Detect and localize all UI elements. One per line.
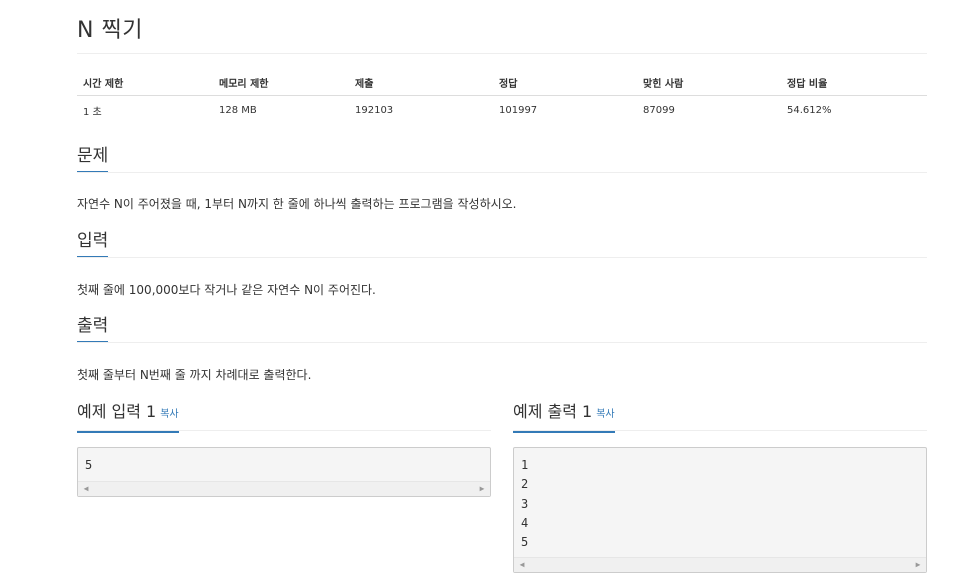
problem-section: 문제 자연수 N이 주어졌을 때, 1부터 N까지 한 줄에 하나씩 출력하는 …: [77, 146, 927, 211]
accepted-value: 101997: [499, 104, 538, 116]
header-accept-ratio: 정답 비율: [781, 70, 927, 96]
memory-limit-value: 128 MB: [219, 104, 257, 116]
section-divider: [77, 430, 491, 431]
accept-ratio-value: 54.612%: [787, 104, 832, 116]
header-time-limit: 시간 제한: [77, 70, 213, 96]
section-divider: [77, 257, 927, 258]
title-divider: [77, 53, 927, 54]
problem-info-table: 시간 제한 메모리 제한 제출 정답 맞힌 사람 정답 비율 1 초 128 M…: [77, 70, 927, 124]
header-memory-limit: 메모리 제한: [213, 70, 349, 96]
table-row: 1 초 128 MB 192103 101997 87099 54.612%: [77, 96, 927, 125]
submissions-value[interactable]: 192103: [349, 96, 493, 125]
sample-output-line: 2: [521, 477, 529, 492]
output-section: 출력 첫째 줄부터 N번째 줄 까지 차례대로 출력한다.: [77, 316, 927, 382]
chevron-left-icon[interactable]: ◀: [80, 484, 92, 493]
input-section: 입력 첫째 줄에 100,000보다 작거나 같은 자연수 N이 주어진다.: [77, 231, 927, 297]
chevron-left-icon[interactable]: ◀: [516, 560, 528, 569]
sample-output-heading: 예제 출력 1 복사: [513, 402, 615, 433]
section-divider: [77, 342, 927, 343]
sample-input-title: 예제 입력 1: [77, 402, 157, 421]
table-header-row: 시간 제한 메모리 제한 제출 정답 맞힌 사람 정답 비율: [77, 70, 927, 96]
copy-sample-input-button[interactable]: 복사: [160, 409, 178, 420]
chevron-right-icon[interactable]: ▶: [476, 484, 488, 493]
sample-output-line: 1: [521, 458, 529, 472]
sample-input-box[interactable]: 5 ◀ ▶: [77, 447, 491, 497]
header-solved-users: 맞힌 사람: [637, 70, 781, 96]
header-accepted: 정답: [493, 70, 637, 96]
chevron-right-icon[interactable]: ▶: [912, 560, 924, 569]
horizontal-scrollbar[interactable]: ◀ ▶: [514, 557, 926, 572]
output-description: 첫째 줄부터 N번째 줄 까지 차례대로 출력한다.: [77, 368, 312, 382]
sample-output-line: 4: [521, 515, 529, 530]
problem-description: 자연수 N이 주어졌을 때, 1부터 N까지 한 줄에 하나씩 출력하는 프로그…: [77, 197, 517, 211]
sample-output-title: 예제 출력 1: [513, 402, 593, 421]
solved-users-value[interactable]: 87099: [637, 96, 781, 125]
sample-input-heading: 예제 입력 1 복사: [77, 402, 179, 433]
input-heading: 입력: [77, 231, 109, 258]
sample-output-section: 예제 출력 1 복사 1 2 3 4 5 ◀ ▶: [513, 402, 927, 573]
problem-heading: 문제: [77, 146, 109, 173]
sample-output-line: 5: [521, 535, 529, 550]
section-divider: [513, 430, 927, 431]
sample-input-section: 예제 입력 1 복사 5 ◀ ▶: [77, 402, 491, 497]
output-heading: 출력: [77, 316, 109, 343]
copy-sample-output-button[interactable]: 복사: [596, 409, 614, 420]
sample-output-box[interactable]: 1 2 3 4 5 ◀ ▶: [513, 447, 927, 573]
input-description: 첫째 줄에 100,000보다 작거나 같은 자연수 N이 주어진다.: [77, 283, 376, 297]
sample-input-line: 5: [85, 458, 93, 472]
header-submissions: 제출: [349, 70, 493, 96]
page-title: N 찍기: [77, 18, 143, 43]
time-limit-value: 1 초: [83, 106, 102, 118]
section-divider: [77, 172, 927, 173]
sample-output-line: 3: [521, 496, 529, 511]
horizontal-scrollbar[interactable]: ◀ ▶: [78, 481, 490, 496]
